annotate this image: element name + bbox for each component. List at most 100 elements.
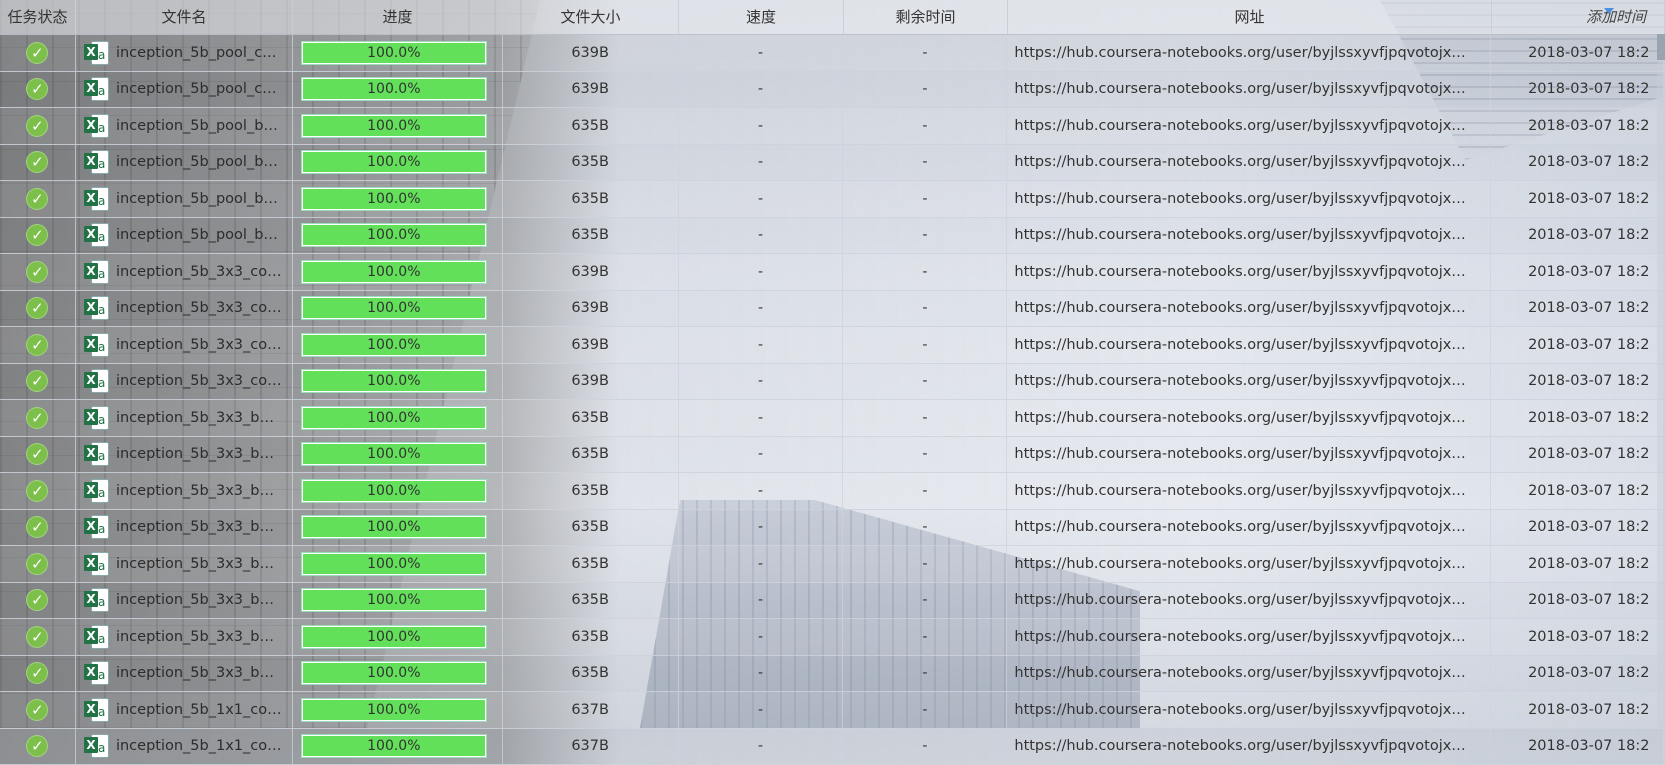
excel-icon: X (84, 332, 110, 358)
speed-cell: - (679, 437, 844, 473)
progress-cell: 100.0% (293, 145, 503, 181)
remaining-time: - (922, 373, 927, 389)
table-row[interactable]: ✓Xinception_5b_pool_b…100.0%635B--https:… (0, 218, 1665, 255)
progress-cell: 100.0% (293, 656, 503, 692)
column-header-size[interactable]: 文件大小 (503, 0, 679, 34)
table-row[interactable]: ✓Xinception_5b_pool_c…100.0%639B--https:… (0, 35, 1665, 72)
table-row[interactable]: ✓Xinception_5b_1x1_co…100.0%637B--https:… (0, 729, 1665, 765)
remaining-cell: - (843, 291, 1007, 327)
url-text: https://hub.coursera-notebooks.org/user/… (1014, 556, 1465, 572)
url-cell: https://hub.coursera-notebooks.org/user/… (1007, 546, 1491, 582)
table-row[interactable]: ✓Xinception_5b_3x3_co…100.0%639B--https:… (0, 254, 1665, 291)
table-row[interactable]: ✓Xinception_5b_3x3_b…100.0%635B--https:/… (0, 510, 1665, 547)
table-row[interactable]: ✓Xinception_5b_3x3_b…100.0%635B--https:/… (0, 656, 1665, 693)
column-header-filename[interactable]: 文件名 (76, 0, 293, 34)
table-row[interactable]: ✓Xinception_5b_pool_b…100.0%635B--https:… (0, 181, 1665, 218)
progress-text: 100.0% (302, 78, 486, 100)
url-text: https://hub.coursera-notebooks.org/user/… (1014, 373, 1465, 389)
table-row[interactable]: ✓Xinception_5b_3x3_b…100.0%635B--https:/… (0, 546, 1665, 583)
column-header-status[interactable]: 任务状态 (0, 0, 76, 34)
column-header-added-time-label: 添加时间 (1586, 8, 1646, 26)
file-size: 635B (571, 410, 609, 426)
remaining-time: - (922, 629, 927, 645)
progress-cell: 100.0% (293, 583, 503, 619)
table-row[interactable]: ✓Xinception_5b_3x3_co…100.0%639B--https:… (0, 364, 1665, 401)
remaining-cell: - (843, 546, 1007, 582)
filename-text: inception_5b_pool_b… (116, 154, 278, 170)
table-row[interactable]: ✓Xinception_5b_pool_c…100.0%639B--https:… (0, 72, 1665, 109)
filename-cell: Xinception_5b_pool_b… (76, 218, 293, 254)
check-circle-icon: ✓ (26, 297, 48, 319)
remaining-time: - (922, 519, 927, 535)
table-row[interactable]: ✓Xinception_5b_3x3_b…100.0%635B--https:/… (0, 473, 1665, 510)
progress-cell: 100.0% (293, 619, 503, 655)
progress-cell: 100.0% (293, 364, 503, 400)
speed-value: - (758, 227, 763, 243)
scrollbar-thumb[interactable] (1657, 34, 1665, 60)
size-cell: 639B (503, 72, 679, 108)
column-header-speed[interactable]: 速度 (679, 0, 844, 34)
remaining-cell: - (843, 327, 1007, 363)
table-row[interactable]: ✓Xinception_5b_3x3_b…100.0%635B--https:/… (0, 619, 1665, 656)
progress-bar: 100.0% (301, 187, 487, 211)
column-header-added-time[interactable]: 添加时间 (1492, 0, 1665, 34)
check-circle-icon: ✓ (26, 261, 48, 283)
added-time-cell: 2018-03-07 18:2 (1491, 364, 1664, 400)
remaining-time: - (922, 191, 927, 207)
status-cell: ✓ (0, 619, 76, 655)
speed-value: - (758, 446, 763, 462)
progress-bar: 100.0% (301, 150, 487, 174)
url-cell: https://hub.coursera-notebooks.org/user/… (1007, 437, 1491, 473)
url-text: https://hub.coursera-notebooks.org/user/… (1014, 629, 1465, 645)
filename-text: inception_5b_pool_b… (116, 191, 278, 207)
excel-icon: X (84, 733, 110, 759)
check-circle-icon: ✓ (26, 115, 48, 137)
added-time-cell: 2018-03-07 18:2 (1491, 546, 1664, 582)
status-cell: ✓ (0, 218, 76, 254)
speed-cell: - (679, 145, 844, 181)
size-cell: 637B (503, 729, 679, 765)
download-task-table: 任务状态 文件名 进度 文件大小 速度 剩余时间 网址 添加时间 ✓Xincep… (0, 0, 1665, 765)
speed-value: - (758, 118, 763, 134)
column-header-url[interactable]: 网址 (1008, 0, 1492, 34)
progress-text: 100.0% (302, 261, 486, 283)
url-text: https://hub.coursera-notebooks.org/user/… (1014, 738, 1465, 754)
table-row[interactable]: ✓Xinception_5b_pool_b…100.0%635B--https:… (0, 108, 1665, 145)
file-size: 635B (571, 118, 609, 134)
filename-cell: Xinception_5b_3x3_co… (76, 364, 293, 400)
size-cell: 635B (503, 108, 679, 144)
url-text: https://hub.coursera-notebooks.org/user/… (1014, 118, 1465, 134)
table-row[interactable]: ✓Xinception_5b_3x3_co…100.0%639B--https:… (0, 327, 1665, 364)
added-time-cell: 2018-03-07 18:2 (1491, 72, 1664, 108)
progress-cell: 100.0% (293, 108, 503, 144)
table-row[interactable]: ✓Xinception_5b_3x3_b…100.0%635B--https:/… (0, 583, 1665, 620)
vertical-scrollbar[interactable] (1657, 34, 1665, 728)
file-size: 635B (571, 556, 609, 572)
added-time: 2018-03-07 18:2 (1528, 45, 1649, 61)
table-row[interactable]: ✓Xinception_5b_1x1_co…100.0%637B--https:… (0, 692, 1665, 729)
column-header-remaining[interactable]: 剩余时间 (844, 0, 1008, 34)
filename-cell: Xinception_5b_3x3_b… (76, 583, 293, 619)
table-row[interactable]: ✓Xinception_5b_pool_b…100.0%635B--https:… (0, 145, 1665, 182)
speed-cell: - (679, 72, 844, 108)
size-cell: 635B (503, 400, 679, 436)
speed-cell: - (679, 291, 844, 327)
filename-text: inception_5b_pool_b… (116, 227, 278, 243)
size-cell: 635B (503, 145, 679, 181)
status-cell: ✓ (0, 437, 76, 473)
table-row[interactable]: ✓Xinception_5b_3x3_b…100.0%635B--https:/… (0, 437, 1665, 474)
url-text: https://hub.coursera-notebooks.org/user/… (1014, 446, 1465, 462)
excel-icon: X (84, 186, 110, 212)
filename-text: inception_5b_3x3_b… (116, 483, 274, 499)
filename-cell: Xinception_5b_pool_b… (76, 145, 293, 181)
url-text: https://hub.coursera-notebooks.org/user/… (1014, 702, 1465, 718)
speed-value: - (758, 300, 763, 316)
progress-bar: 100.0% (301, 296, 487, 320)
progress-cell: 100.0% (293, 510, 503, 546)
column-header-progress[interactable]: 进度 (293, 0, 503, 34)
progress-bar: 100.0% (301, 698, 487, 722)
filename-text: inception_5b_1x1_co… (116, 702, 282, 718)
table-row[interactable]: ✓Xinception_5b_3x3_b…100.0%635B--https:/… (0, 400, 1665, 437)
table-row[interactable]: ✓Xinception_5b_3x3_co…100.0%639B--https:… (0, 291, 1665, 328)
added-time-cell: 2018-03-07 18:2 (1491, 583, 1664, 619)
